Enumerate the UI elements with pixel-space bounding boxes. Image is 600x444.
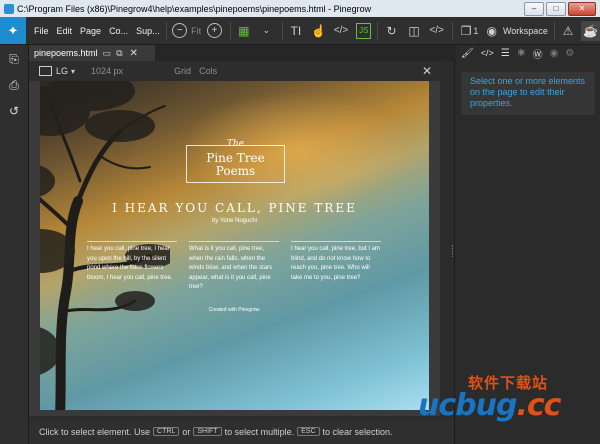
- left-sidebar: ⎘ ⎙ ↺: [0, 45, 29, 444]
- minimize-button[interactable]: –: [524, 1, 544, 16]
- toolbar-divider: [553, 21, 555, 40]
- esc-key-badge: ESC: [297, 427, 320, 436]
- window-title-bar: C:\Program Files (x86)\Pinegrow4\help\ex…: [0, 0, 600, 17]
- logo-line2: Poems: [215, 164, 256, 178]
- chevron-down-icon[interactable]: ▾: [71, 67, 75, 76]
- grid-toggle[interactable]: Grid: [174, 66, 191, 76]
- undo-icon[interactable]: ↺: [0, 99, 28, 123]
- chevron-down-icon[interactable]: ⌄: [257, 21, 276, 41]
- window-controls: – □ ✕: [524, 1, 596, 16]
- javascript-icon[interactable]: JS: [356, 22, 372, 39]
- warning-icon[interactable]: ⚠: [559, 21, 578, 41]
- zoom-in-icon[interactable]: +: [205, 21, 224, 41]
- device-monitor-icon[interactable]: [39, 66, 52, 76]
- toolbar-divider: [377, 21, 379, 40]
- tab-pinepoems[interactable]: pinepoems.html: [34, 48, 98, 58]
- page-preview[interactable]: The Pine Tree Poems I HEAR YOU CALL, PIN…: [40, 81, 429, 410]
- text-cursor-icon[interactable]: TI: [287, 21, 306, 41]
- eye-icon[interactable]: ◉: [482, 21, 501, 41]
- workspace-label[interactable]: Workspace: [503, 26, 548, 36]
- logo-the: The: [226, 139, 245, 149]
- toolbar-divider: [281, 21, 283, 40]
- wordpress-icon[interactable]: Ⓦ: [533, 46, 543, 61]
- coffee-cup-icon[interactable]: ☕: [581, 20, 600, 41]
- menu-page[interactable]: Page: [80, 26, 101, 36]
- status-text-1: Click to select element. Use: [39, 426, 151, 437]
- ctrl-key-badge: CTRL: [153, 427, 180, 436]
- logo-line1: Pine Tree: [206, 151, 265, 165]
- menu-support[interactable]: Sup...: [136, 26, 160, 36]
- properties-hint: Select one or more elements on the page …: [461, 72, 595, 115]
- refresh-icon[interactable]: ↻: [382, 21, 401, 41]
- close-tab-icon[interactable]: ✕: [130, 48, 138, 59]
- pinegrow-logo-icon[interactable]: ✦: [0, 17, 26, 44]
- watermark-main: ucbug: [418, 388, 517, 423]
- site-logo[interactable]: The Pine Tree Poems: [186, 139, 285, 183]
- poem-column-2[interactable]: What is it you call, pine tree, when the…: [189, 241, 279, 293]
- zoom-fit-label[interactable]: Fit: [191, 26, 201, 36]
- open-pages-count: 1: [473, 25, 479, 36]
- zoom-out-icon[interactable]: −: [171, 21, 190, 41]
- panel-tabs: 🖌 </> ☰ ⚛ Ⓦ ◉ ⚙: [455, 45, 600, 61]
- toolbar-divider: [451, 21, 453, 40]
- toolbar-divider: [165, 21, 167, 40]
- watermark-logo: ucbug.cc: [418, 388, 561, 423]
- editor-canvas[interactable]: The Pine Tree Poems I HEAR YOU CALL, PIN…: [29, 81, 440, 416]
- open-file-icon[interactable]: ⎘: [0, 47, 28, 71]
- close-icon[interactable]: ✕: [422, 64, 432, 78]
- status-text-2: or: [182, 426, 191, 437]
- code-icon[interactable]: </>: [332, 21, 351, 41]
- poem-title[interactable]: I HEAR YOU CALL, PINE TREE: [40, 201, 429, 215]
- preview-icon[interactable]: ◫: [405, 21, 424, 41]
- monitor-icon[interactable]: ▭: [103, 48, 112, 59]
- eye-icon[interactable]: ◉: [550, 48, 559, 59]
- settings-icon[interactable]: ⚙: [565, 48, 574, 59]
- main-toolbar: ✦ File Edit Page Co... Sup... − Fit + ▦ …: [0, 17, 600, 45]
- menu-components[interactable]: Co...: [109, 26, 128, 36]
- poem-column-1[interactable]: I hear you call, pine tree, I hear you u…: [87, 241, 177, 283]
- status-text-3: to select multiple.: [224, 426, 295, 437]
- menu-file[interactable]: File: [34, 26, 49, 36]
- shift-key-badge: SHIFT: [193, 427, 222, 436]
- layout-grid-icon[interactable]: ▦: [235, 21, 254, 41]
- device-size-select[interactable]: LG: [56, 66, 68, 76]
- brush-icon[interactable]: 🖌: [461, 48, 474, 59]
- hand-pointer-icon[interactable]: ☝: [309, 21, 328, 41]
- cols-toggle[interactable]: Cols: [199, 66, 217, 76]
- canvas-toolbar: LG ▾ 1024 px Grid Cols ✕: [29, 61, 440, 81]
- tree-icon[interactable]: ☰: [501, 48, 510, 59]
- source-code-icon[interactable]: </>: [427, 21, 446, 41]
- page-width-label[interactable]: 1024 px: [91, 66, 123, 76]
- close-button[interactable]: ✕: [568, 1, 596, 16]
- status-bar: Click to select element. Use CTRL or SHI…: [29, 419, 454, 444]
- code-icon[interactable]: </>: [481, 48, 494, 58]
- menu-edit[interactable]: Edit: [57, 26, 73, 36]
- poem-byline[interactable]: by Yone Noguchi: [40, 218, 429, 224]
- watermark-suffix: .cc: [516, 388, 561, 423]
- toolbar-divider: [229, 21, 231, 40]
- tab-strip-empty: [155, 45, 453, 61]
- status-text-4: to clear selection.: [322, 426, 393, 437]
- components-icon[interactable]: ⚛: [517, 48, 526, 59]
- document-tab[interactable]: pinepoems.html ▭ ⧉ ✕: [29, 45, 155, 61]
- app-icon: [4, 3, 14, 14]
- page-credit[interactable]: Created with Pinegrow.: [40, 307, 429, 313]
- window-title: C:\Program Files (x86)\Pinegrow4\help\ex…: [17, 3, 372, 14]
- print-icon[interactable]: ⎙: [0, 73, 28, 97]
- poem-column-3[interactable]: I hear you call, pine tree, but I am bli…: [291, 241, 381, 283]
- split-view-icon[interactable]: ⧉: [116, 48, 122, 59]
- maximize-button[interactable]: □: [546, 1, 566, 16]
